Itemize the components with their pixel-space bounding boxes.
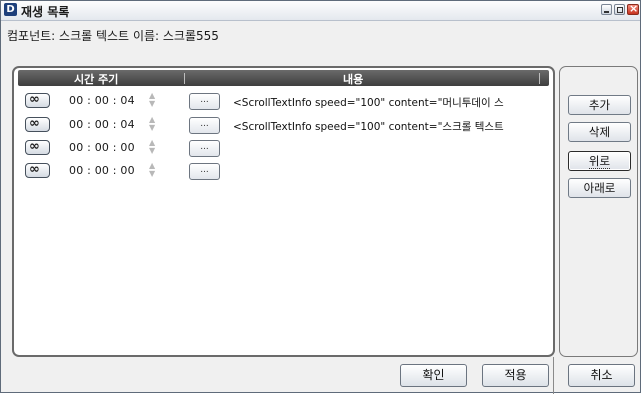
time-value[interactable]: 00 : 00 : 04 <box>69 118 135 131</box>
time-value[interactable]: 00 : 00 : 00 <box>69 141 135 154</box>
minimize-button[interactable] <box>601 4 612 15</box>
infinity-icon: ∞ <box>29 92 40 107</box>
move-down-button[interactable]: 아래로 <box>568 178 631 198</box>
header-divider <box>539 73 540 84</box>
title-bar: D 재생 목록 <box>1 1 640 21</box>
repeat-button[interactable]: ∞ <box>25 117 50 132</box>
time-spinner[interactable]: ▲ ▼ <box>149 162 159 180</box>
maximize-button[interactable] <box>614 4 625 15</box>
edit-content-button[interactable]: ... <box>189 163 220 180</box>
infinity-icon: ∞ <box>29 162 40 177</box>
infinity-icon: ∞ <box>29 139 40 154</box>
divider <box>553 357 554 394</box>
repeat-button[interactable]: ∞ <box>25 93 50 108</box>
playlist-panel: 시간 주기 내용 ∞ 00 : 00 : 04 ▲ ▼ ... <ScrollTe… <box>12 66 555 357</box>
cancel-button[interactable]: 취소 <box>568 364 635 387</box>
list-item[interactable]: ∞ 00 : 00 : 00 ▲ ▼ ... <box>14 162 553 182</box>
close-button[interactable] <box>627 2 639 15</box>
window-title: 재생 목록 <box>21 5 70 19</box>
time-spinner[interactable]: ▲ ▼ <box>149 92 159 110</box>
repeat-button[interactable]: ∞ <box>25 163 50 178</box>
name-value: 스크롤555 <box>162 29 219 43</box>
app-icon: D <box>4 3 17 16</box>
component-info: 컴포넌트: 스크롤 텍스트 이름: 스크롤555 <box>7 27 219 44</box>
infinity-icon: ∞ <box>29 116 40 131</box>
side-button-panel: 추가 삭제 위로 아래로 <box>559 66 638 357</box>
edit-content-button[interactable]: ... <box>189 93 220 110</box>
component-label: 컴포넌트: <box>7 29 56 43</box>
add-button[interactable]: 추가 <box>568 95 631 115</box>
header-divider <box>184 73 185 84</box>
ok-button[interactable]: 확인 <box>400 364 467 387</box>
header-content: 내용 <box>343 73 364 86</box>
time-spinner[interactable]: ▲ ▼ <box>149 139 159 157</box>
delete-button[interactable]: 삭제 <box>568 122 631 142</box>
content-text: <ScrollTextInfo speed="100" content="스크롤… <box>233 121 504 133</box>
spin-down-icon[interactable]: ▼ <box>149 147 155 155</box>
edit-content-button[interactable]: ... <box>189 140 220 157</box>
name-label: 이름: <box>132 29 160 43</box>
component-value: 스크롤 텍스트 <box>59 29 130 43</box>
repeat-button[interactable]: ∞ <box>25 140 50 155</box>
list-item[interactable]: ∞ 00 : 00 : 00 ▲ ▼ ... <box>14 139 553 159</box>
edit-content-button[interactable]: ... <box>189 117 220 134</box>
list-header: 시간 주기 내용 <box>18 70 549 86</box>
playlist-window: D 재생 목록 컴포넌트: 스크롤 텍스트 이름: 스크롤555 시간 주기 내… <box>0 0 641 394</box>
move-up-button[interactable]: 위로 <box>568 151 631 171</box>
move-up-label: 위로 <box>588 154 611 169</box>
apply-button[interactable]: 적용 <box>482 364 549 387</box>
list-item[interactable]: ∞ 00 : 00 : 04 ▲ ▼ ... <ScrollTextInfo sp… <box>14 92 553 112</box>
list-item[interactable]: ∞ 00 : 00 : 04 ▲ ▼ ... <ScrollTextInfo sp… <box>14 116 553 136</box>
spin-down-icon[interactable]: ▼ <box>149 100 155 108</box>
header-time: 시간 주기 <box>74 73 119 86</box>
spin-down-icon[interactable]: ▼ <box>149 124 155 132</box>
time-value[interactable]: 00 : 00 : 00 <box>69 164 135 177</box>
spin-down-icon[interactable]: ▼ <box>149 170 155 178</box>
content-text: <ScrollTextInfo speed="100" content="머니투… <box>233 97 504 109</box>
time-value[interactable]: 00 : 00 : 04 <box>69 94 135 107</box>
time-spinner[interactable]: ▲ ▼ <box>149 116 159 134</box>
